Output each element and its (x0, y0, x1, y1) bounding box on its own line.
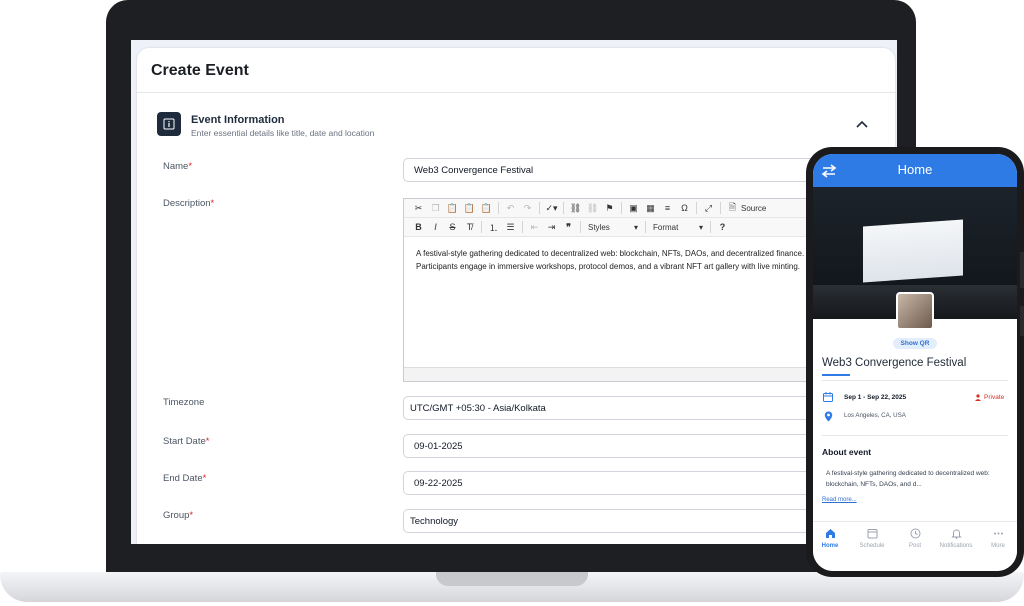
link-icon[interactable]: ⛓ (569, 201, 583, 215)
phone-screen: Home Show QR Web3 Convergence Festival S… (813, 154, 1017, 571)
phone-button (1020, 306, 1024, 336)
more-icon (993, 532, 1003, 535)
toolbar-separator (539, 202, 540, 214)
source-button-label[interactable]: Source (741, 204, 766, 213)
phone-event-title: Web3 Convergence Festival (822, 357, 967, 369)
toolbar-separator (720, 202, 721, 214)
show-qr-button[interactable]: Show QR (893, 338, 937, 349)
undo-icon[interactable]: ↶ (504, 201, 518, 215)
copy-icon[interactable]: ❐ (429, 201, 443, 215)
phone-button (1020, 252, 1024, 288)
title-underline (822, 374, 850, 376)
toolbar-separator (696, 202, 697, 214)
end-date-value: 09-22-2025 (414, 477, 463, 489)
image-icon[interactable]: ▣ (627, 201, 641, 215)
section-subtitle: Enter essential details like title, date… (191, 128, 375, 138)
location-pin-icon (824, 411, 833, 422)
redo-icon[interactable]: ↷ (521, 201, 535, 215)
create-event-card: Create Event Event Information Enter ess… (137, 48, 897, 544)
group-value: Technology (410, 515, 459, 527)
end-date-label: End Date* (163, 473, 207, 484)
privacy-badge: Private (975, 394, 1004, 401)
laptop-notch (436, 572, 588, 586)
nav-item-schedule[interactable]: Schedule (853, 528, 891, 549)
about-event-title: About event (822, 447, 872, 457)
remove-format-icon[interactable]: T̸ (463, 220, 477, 234)
toolbar-separator (621, 202, 622, 214)
home-icon (825, 529, 835, 538)
nav-item-more[interactable]: More (979, 528, 1017, 549)
toolbar-separator (710, 221, 711, 233)
phone-divider (822, 435, 1008, 436)
special-char-icon[interactable]: Ω (678, 201, 692, 215)
stage-screen-image (863, 219, 963, 283)
outdent-icon[interactable]: ⇤ (528, 220, 542, 234)
phone-header: Home (813, 154, 1017, 187)
group-label: Group* (163, 510, 194, 521)
table-icon[interactable]: ▦ (644, 201, 658, 215)
description-label: Description* (163, 198, 215, 209)
numbered-list-icon[interactable]: ⒈ (487, 220, 501, 234)
indent-icon[interactable]: ⇥ (545, 220, 559, 234)
spellcheck-icon[interactable]: ✓▾ (545, 201, 559, 215)
phone-divider (822, 380, 1008, 381)
toolbar-separator (522, 221, 523, 233)
nav-item-home[interactable]: Home (813, 528, 849, 549)
bold-icon[interactable]: B (412, 220, 426, 234)
name-label: Name* (163, 161, 193, 172)
italic-icon[interactable]: I (429, 220, 443, 234)
blockquote-icon[interactable]: ❞ (562, 220, 576, 234)
about-event-text: A festival-style gathering dedicated to … (826, 470, 990, 488)
read-more-link[interactable]: Read more... (822, 497, 857, 503)
bullet-list-icon[interactable]: ☰ (504, 220, 518, 234)
event-location: Los Angeles, CA, USA (844, 412, 906, 419)
laptop-screen: Create Event Event Information Enter ess… (131, 40, 897, 544)
event-date-range: Sep 1 - Sep 22, 2025 (844, 394, 907, 401)
maximize-icon[interactable]: ⤢ (702, 201, 716, 215)
format-dropdown[interactable]: Format ▾ (653, 223, 703, 232)
toolbar-separator (645, 221, 646, 233)
page-title: Create Event (151, 62, 249, 79)
calendar-icon (823, 392, 833, 402)
toolbar-separator (563, 202, 564, 214)
unlink-icon[interactable]: ⛓ (586, 201, 600, 215)
help-icon[interactable]: ? (716, 220, 730, 234)
strikethrough-icon[interactable]: S (446, 220, 460, 234)
name-value: Web3 Convergence Festival (414, 164, 534, 176)
styles-dropdown[interactable]: Styles ▾ (588, 223, 638, 232)
card-divider (137, 92, 895, 93)
bell-icon (950, 529, 962, 539)
anchor-flag-icon[interactable]: ⚑ (603, 201, 617, 215)
cut-icon[interactable]: ✂ (412, 201, 426, 215)
person-icon (975, 394, 981, 401)
bottom-navigation: Home Schedule Post Notifications More (813, 521, 1017, 571)
nav-item-post[interactable]: Post (896, 528, 934, 549)
toolbar-separator (580, 221, 581, 233)
clock-icon (910, 528, 920, 539)
start-date-value: 09-01-2025 (414, 440, 463, 452)
toolbar-separator (498, 202, 499, 214)
timezone-label: Timezone (163, 397, 205, 408)
start-date-label: Start Date* (163, 436, 210, 447)
calendar-icon (867, 529, 877, 539)
paste-word-icon[interactable]: 📋 (480, 201, 494, 215)
event-avatar (896, 292, 934, 330)
source-icon[interactable]: 🗎 (726, 201, 740, 215)
info-icon (157, 112, 181, 136)
timezone-value: UTC/GMT +05:30 - Asia/Kolkata (410, 402, 546, 414)
phone-header-title: Home (897, 162, 933, 177)
paste-text-icon[interactable]: 📋 (463, 201, 477, 215)
section-title: Event Information (191, 114, 285, 126)
paste-icon[interactable]: 📋 (446, 201, 460, 215)
chevron-up-icon[interactable] (855, 118, 869, 130)
nav-item-notifications[interactable]: Notifications (937, 528, 975, 549)
toolbar-separator (481, 221, 482, 233)
horizontal-line-icon[interactable]: ≡ (661, 201, 675, 215)
